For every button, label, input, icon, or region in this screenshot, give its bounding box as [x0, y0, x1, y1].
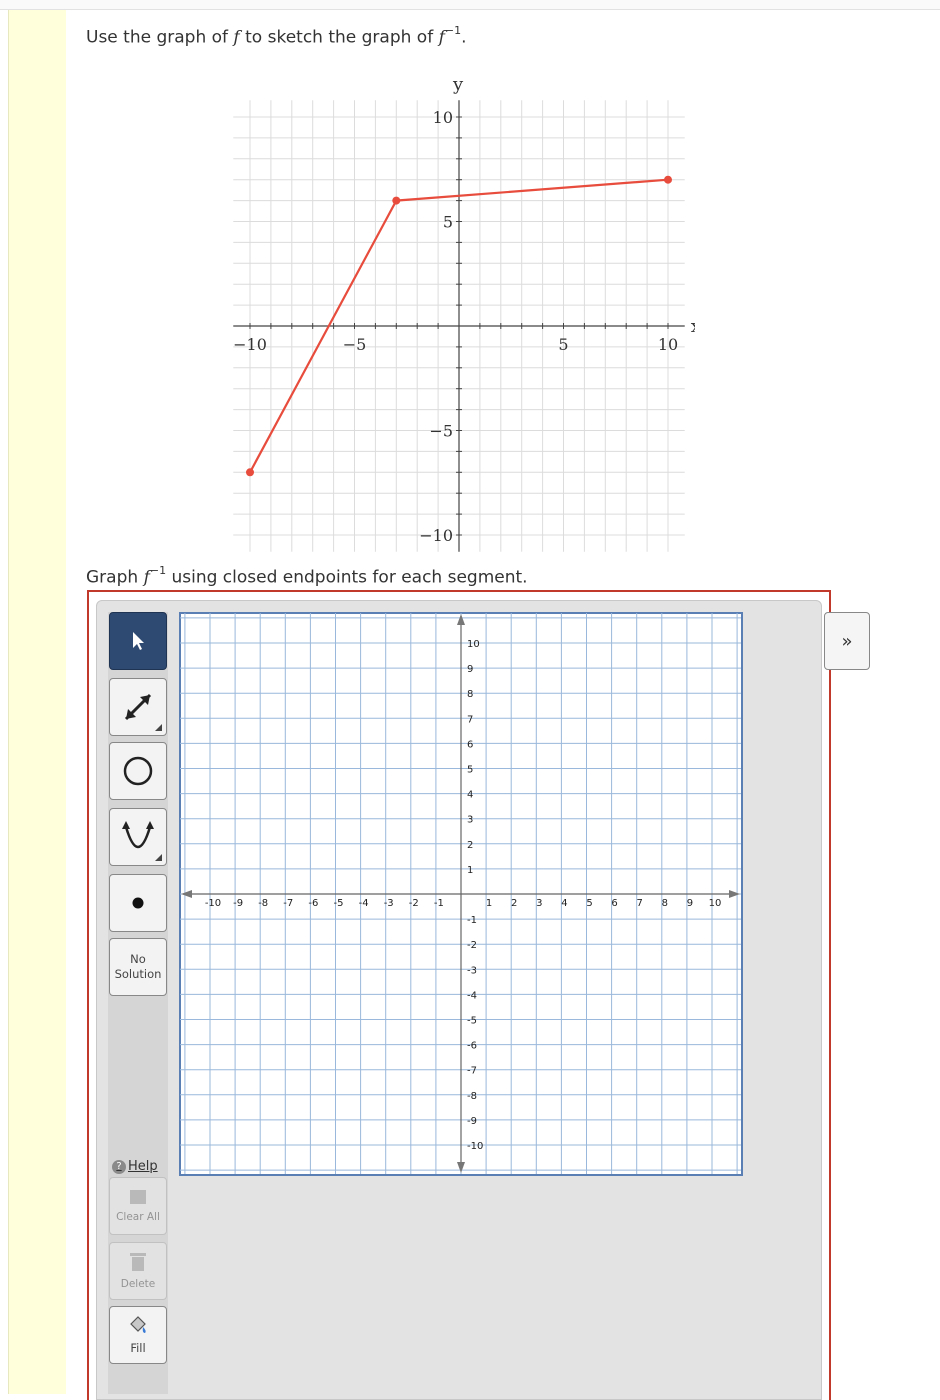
- y-tick-label: -8: [467, 1091, 477, 1102]
- trash-icon: [130, 1252, 146, 1271]
- y-tick-label: 6: [467, 739, 473, 750]
- clear-all-button[interactable]: Clear All: [109, 1177, 167, 1235]
- arrow-cursor-icon: [133, 632, 144, 650]
- x-tick-label: 3: [536, 898, 542, 909]
- x-tick-label: 10: [658, 335, 678, 354]
- y-tick-label: 4: [467, 790, 473, 801]
- y-tick-label: 7: [467, 714, 473, 725]
- x-tick-label: -7: [283, 898, 293, 909]
- help-link[interactable]: ? Help: [112, 1159, 158, 1174]
- expand-button[interactable]: »: [824, 612, 870, 670]
- circle-tool[interactable]: [109, 742, 167, 800]
- y-tick-label: 1: [467, 865, 473, 876]
- x-tick-label: -6: [308, 898, 318, 909]
- x-axis-label: x: [691, 316, 695, 337]
- x-tick-label: 9: [687, 898, 693, 909]
- x-tick-label: 2: [511, 898, 517, 909]
- graph-prompt: Graph f−1 using closed endpoints for eac…: [86, 564, 528, 588]
- y-tick-label: -4: [467, 990, 477, 1001]
- clear-icon: [130, 1189, 146, 1204]
- top-border: [0, 0, 940, 10]
- pointer-tool[interactable]: [109, 612, 167, 670]
- question-text: Use the graph of f to sketch the graph o…: [86, 24, 467, 48]
- x-tick-label: 7: [637, 898, 643, 909]
- x-tick-label: -4: [359, 898, 369, 909]
- x-tick-label: -5: [334, 898, 344, 909]
- y-tick-label: 9: [467, 664, 473, 675]
- y-tick-label: 10: [467, 639, 480, 650]
- delete-button[interactable]: Delete: [109, 1242, 167, 1300]
- parabola-tool[interactable]: [109, 808, 167, 866]
- x-tick-label: -10: [205, 898, 221, 909]
- y-tick-label: -7: [467, 1066, 477, 1077]
- y-tick-label: -2: [467, 940, 477, 951]
- y-tick-label: 5: [467, 765, 473, 776]
- y-tick-label: 3: [467, 815, 473, 826]
- x-tick-label: −5: [343, 335, 367, 354]
- y-tick-label: -1: [467, 915, 477, 926]
- no-solution-button[interactable]: No Solution: [109, 938, 167, 996]
- point-icon: [132, 897, 144, 909]
- question-margin: [8, 10, 66, 1394]
- answer-graph-canvas[interactable]: -10 -9 -8 -7 -6 -5 -4 -3 -2 -1 1 2 3 4 5 6 7 8 9 10 10 9 8 7 6 5 4…: [179, 612, 743, 1176]
- x-tick-label: 5: [558, 335, 568, 354]
- x-tick-label: 4: [561, 898, 567, 909]
- y-tick-label: -9: [467, 1116, 477, 1127]
- x-tick-label: 6: [611, 898, 617, 909]
- x-tick-label: -9: [233, 898, 243, 909]
- paint-bucket-icon: [130, 1315, 146, 1333]
- x-tick-label: -1: [434, 898, 444, 909]
- y-tick-label: −5: [429, 422, 453, 441]
- help-icon: ?: [112, 1159, 126, 1174]
- f-graph-point: [392, 196, 401, 205]
- x-tick-label: 8: [662, 898, 668, 909]
- x-tick-label: -8: [258, 898, 268, 909]
- parabola-icon: [122, 821, 154, 849]
- line-segment-tool[interactable]: [109, 678, 167, 736]
- y-tick-label: 8: [467, 689, 473, 700]
- f-graph-point: [664, 175, 672, 184]
- y-tick-label: -6: [467, 1041, 477, 1052]
- fill-button[interactable]: Fill: [109, 1306, 167, 1364]
- x-tick-label: 10: [709, 898, 722, 909]
- x-tick-label: −10: [233, 335, 267, 354]
- y-tick-label: −10: [419, 526, 453, 545]
- x-tick-label: -2: [409, 898, 419, 909]
- y-tick-label: 2: [467, 840, 473, 851]
- x-tick-label: 5: [586, 898, 592, 909]
- line-segment-icon: [124, 693, 152, 721]
- y-tick-label: -3: [467, 965, 477, 976]
- f-graph-point: [246, 468, 254, 477]
- y-tick-label: 5: [443, 213, 453, 232]
- x-tick-label: -3: [384, 898, 394, 909]
- y-tick-label: -10: [467, 1141, 483, 1152]
- y-tick-label: 10: [433, 108, 453, 127]
- point-tool[interactable]: [109, 874, 167, 932]
- given-graph-f: y x −10 −5 5 10 10 5 −5 −10: [233, 74, 695, 552]
- y-axis-label: y: [452, 74, 464, 95]
- x-tick-label: 1: [486, 898, 492, 909]
- y-tick-label: -5: [467, 1016, 477, 1027]
- circle-icon: [123, 756, 153, 786]
